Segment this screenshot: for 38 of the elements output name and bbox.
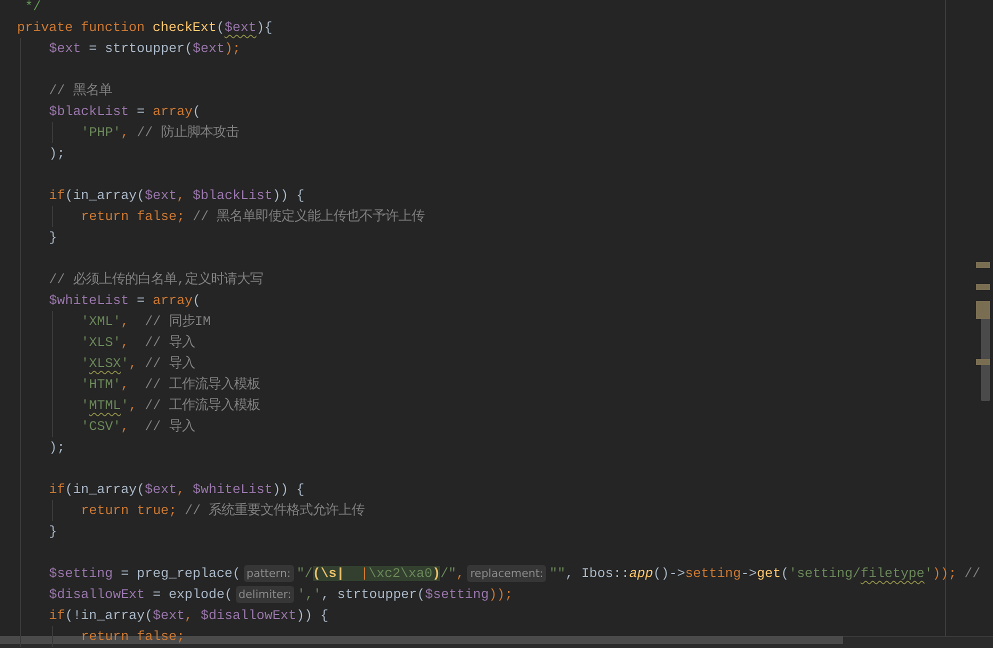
warning-stripe[interactable] <box>976 359 990 365</box>
code-text: ); <box>49 145 65 163</box>
code-text: 'XLSX', // 导入 <box>81 354 195 373</box>
code-text: return true; // 系统重要文件格式允许上传 <box>81 502 365 520</box>
parameter-hint: replacement: <box>467 565 546 582</box>
code-text: } <box>49 229 57 247</box>
code-text: $ext = strtoupper($ext); <box>49 40 241 58</box>
code-text: "", Ibos::app()->setting->get('setting/filetype')); // <box>549 565 980 583</box>
code-text: 'CSV', // 导入 <box>81 418 195 436</box>
code-text: private function checkExt($ext){ <box>17 19 272 37</box>
code-text: if(in_array($ext, $whiteList)) { <box>49 481 304 499</box>
code-text: $whiteList = array( <box>49 292 201 310</box>
code-text: "/(\s| |\xc2\xa0)/", <box>296 565 464 583</box>
code-text: } <box>49 523 57 541</box>
warning-stripe[interactable] <box>976 301 990 307</box>
code-text: // 必须上传的白名单,定义时请大写 <box>49 270 263 289</box>
code-text: if(in_array($ext, $blackList)) { <box>49 187 304 205</box>
warning-stripe[interactable] <box>976 313 990 319</box>
code-text: 'MTML', // 工作流导入模板 <box>81 396 260 415</box>
code-text: $disallowExt = explode( <box>49 586 233 604</box>
code-text: if(!in_array($ext, $disallowExt)) { <box>49 607 328 625</box>
code-text: $setting = preg_replace( <box>49 565 241 583</box>
code-text: ); <box>49 439 65 457</box>
code-text: */ <box>24 0 41 16</box>
code-text: 'XML', // 同步IM <box>81 313 211 331</box>
warning-stripe[interactable] <box>976 284 990 290</box>
code-text: ',', strtoupper($setting)); <box>297 586 513 604</box>
code-text: $blackList = array( <box>49 103 201 121</box>
code-text: return false; // 黑名单即使定义能上传也不予许上传 <box>81 208 425 226</box>
code-text: 'HTM', // 工作流导入模板 <box>81 376 260 394</box>
code-text: // 黑名单 <box>49 82 112 100</box>
vertical-scrollbar[interactable] <box>981 317 990 401</box>
warning-stripe[interactable] <box>976 262 990 268</box>
code-text: 'XLS', // 导入 <box>81 334 195 352</box>
code-text: return false; <box>81 628 185 646</box>
parameter-hint: pattern: <box>244 565 294 582</box>
code-text: 'PHP', // 防止脚本攻击 <box>81 124 239 142</box>
parameter-hint: delimiter: <box>236 586 294 603</box>
